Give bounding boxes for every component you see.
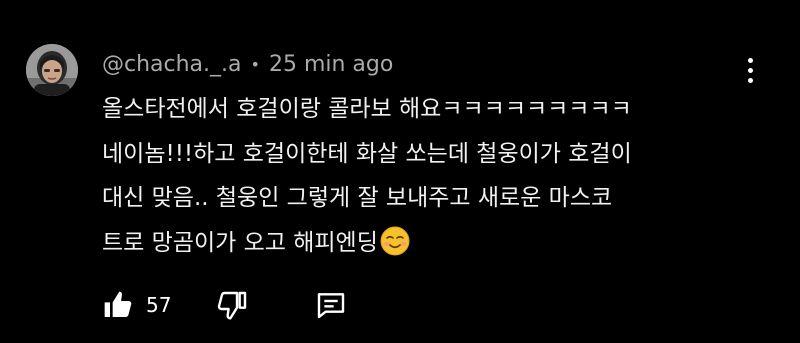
like-count: 57 [146, 293, 172, 317]
comment-text: 올스타전에서 호걸이랑 콜라보 해요ㅋㅋㅋㅋㅋㅋㅋㅋㅋ 네이놈!!!하고 호걸이… [102, 87, 742, 265]
author-handle[interactable]: @chacha._.a [102, 52, 242, 77]
user-avatar-image [26, 44, 78, 96]
reply-button[interactable] [313, 287, 349, 323]
more-vertical-icon[interactable] [738, 58, 762, 90]
like-button[interactable] [100, 287, 136, 323]
dislike-button[interactable] [215, 287, 251, 323]
thumbs-down-icon [218, 291, 247, 320]
meta-separator: • [250, 54, 260, 74]
thumbs-up-icon [104, 291, 132, 317]
comment-actions: 57 [100, 285, 349, 325]
timestamp[interactable]: 25 min ago [269, 52, 393, 77]
comment-line: 네이놈!!!하고 호걸이한테 화살 쏘는데 철웅이가 호걸이 [102, 140, 632, 167]
comment-line: 대신 맞음.. 철웅인 그렇게 잘 보내주고 새로운 마스코 [102, 185, 613, 211]
comment-item: @chacha._.a • 25 min ago 올스타전에서 호걸이랑 콜라보… [0, 0, 800, 343]
avatar[interactable] [26, 44, 78, 96]
comment-header: @chacha._.a • 25 min ago [102, 49, 393, 79]
comment-line: 올스타전에서 호걸이랑 콜라보 해요ㅋㅋㅋㅋㅋㅋㅋㅋㅋ [102, 96, 632, 122]
comment-line-last: 트로 망곰이가 오고 해피엔딩 [102, 221, 742, 266]
reply-comment-icon [318, 293, 345, 319]
comment-line-text: 트로 망곰이가 오고 해피엔딩 [102, 229, 378, 256]
smiling-face-emoji [380, 226, 410, 255]
